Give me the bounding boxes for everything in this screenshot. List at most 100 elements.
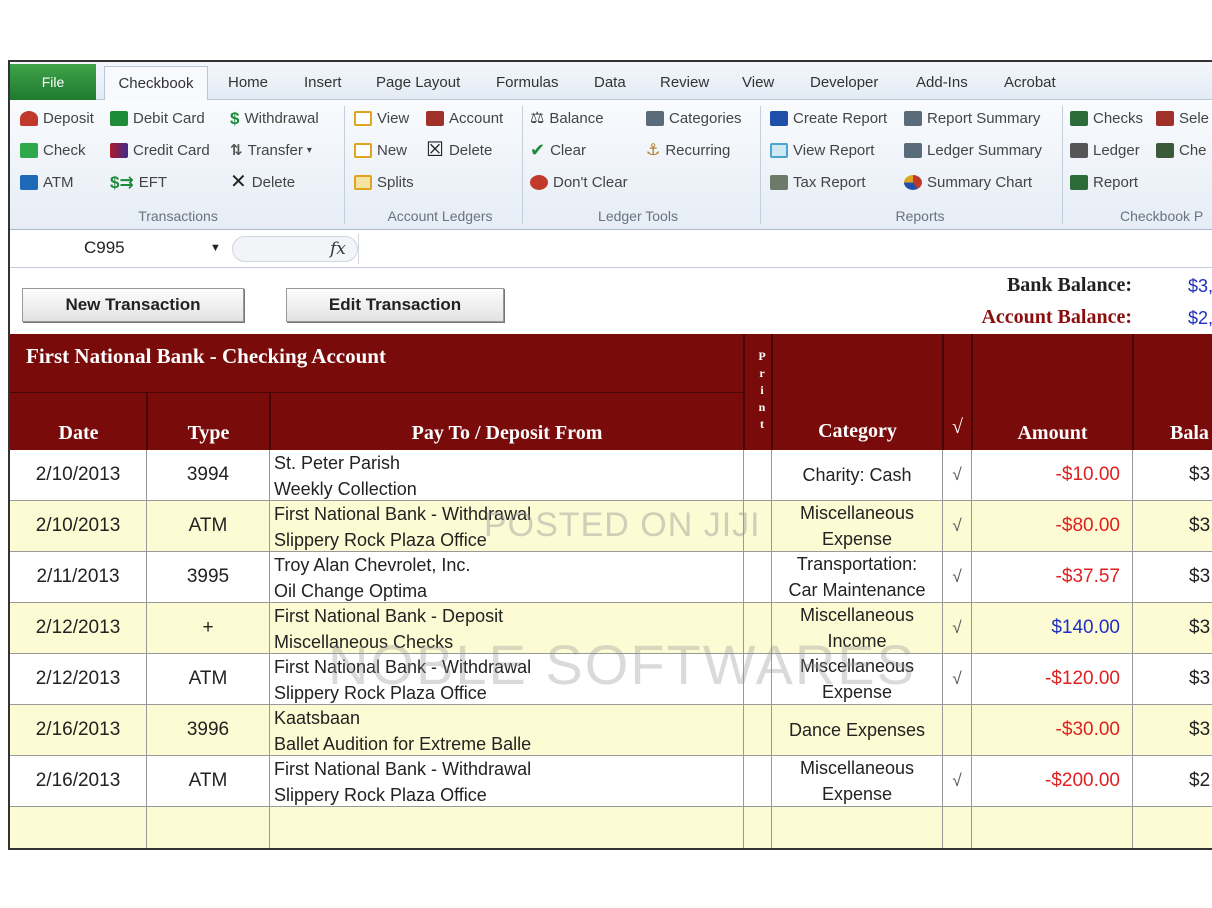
cell-payee[interactable]: [270, 807, 744, 848]
tab-developer[interactable]: Developer: [810, 74, 878, 91]
cell-type[interactable]: 3995: [147, 552, 270, 602]
cell-date[interactable]: 2/11/2013: [10, 552, 147, 602]
cell-cleared[interactable]: [943, 807, 972, 848]
tab-home[interactable]: Home: [228, 74, 268, 91]
report-print-button[interactable]: Report: [1070, 174, 1138, 191]
splits-button[interactable]: Splits: [354, 174, 414, 191]
delete-transaction-button[interactable]: ✕ Delete: [230, 172, 295, 192]
debit-card-button[interactable]: Debit Card: [110, 110, 205, 127]
cell-print[interactable]: [744, 450, 772, 500]
column-header-date[interactable]: Date: [10, 422, 147, 445]
tax-report-button[interactable]: Tax Report: [770, 174, 866, 191]
column-header-balance[interactable]: Bala: [1140, 422, 1212, 445]
cell-date[interactable]: 2/16/2013: [10, 705, 147, 755]
tab-checkbook[interactable]: Checkbook: [104, 66, 208, 101]
cell-type[interactable]: ATM: [147, 756, 270, 806]
cell-print[interactable]: [744, 807, 772, 848]
cell-cleared[interactable]: √: [943, 603, 972, 653]
tab-insert[interactable]: Insert: [304, 74, 342, 91]
cell-payee[interactable]: First National Bank - Withdrawal Slippery…: [270, 756, 744, 806]
select-button[interactable]: Sele: [1156, 110, 1209, 127]
tab-file[interactable]: File: [10, 64, 96, 100]
cell-cleared[interactable]: √: [943, 501, 972, 551]
cell-balance[interactable]: $3,: [1133, 603, 1212, 653]
recurring-button[interactable]: ⚓ Recurring: [646, 142, 730, 159]
new-transaction-button[interactable]: New Transaction: [22, 288, 244, 322]
cell-date[interactable]: 2/12/2013: [10, 603, 147, 653]
cell-type[interactable]: 3996: [147, 705, 270, 755]
formula-input[interactable]: [358, 234, 1212, 264]
atm-button[interactable]: ATM: [20, 174, 74, 191]
clear-button[interactable]: ✔ Clear: [530, 141, 586, 159]
report-summary-button[interactable]: Report Summary: [904, 110, 1040, 127]
chevron-down-icon[interactable]: ▼: [210, 242, 221, 254]
delete-ledger-button[interactable]: ☒ Delete: [426, 140, 492, 160]
cell-cleared[interactable]: [943, 705, 972, 755]
cell-print[interactable]: [744, 552, 772, 602]
column-header-print[interactable]: Print: [754, 348, 770, 433]
tab-formulas[interactable]: Formulas: [496, 74, 559, 91]
cell-amount[interactable]: $140.00: [972, 603, 1133, 653]
tab-add-ins[interactable]: Add-Ins: [916, 74, 968, 91]
cell-cleared[interactable]: √: [943, 756, 972, 806]
cell-print[interactable]: [744, 756, 772, 806]
cell-date[interactable]: 2/10/2013: [10, 450, 147, 500]
create-report-button[interactable]: Create Report: [770, 110, 887, 127]
cell-type[interactable]: ATM: [147, 501, 270, 551]
view-ledger-button[interactable]: View: [354, 110, 409, 127]
edit-transaction-button[interactable]: Edit Transaction: [286, 288, 504, 322]
cell-balance[interactable]: $3,: [1133, 501, 1212, 551]
cell-payee[interactable]: St. Peter Parish Weekly Collection: [270, 450, 744, 500]
cell-date[interactable]: 2/12/2013: [10, 654, 147, 704]
tab-page-layout[interactable]: Page Layout: [376, 74, 460, 91]
deposit-button[interactable]: Deposit: [20, 110, 94, 127]
cell-balance[interactable]: $3,: [1133, 705, 1212, 755]
cell-type[interactable]: 3994: [147, 450, 270, 500]
column-header-cleared[interactable]: √: [943, 416, 972, 439]
cell-type[interactable]: +: [147, 603, 270, 653]
cell-category[interactable]: Transportation: Car Maintenance: [772, 552, 943, 602]
ledger-print-button[interactable]: Ledger: [1070, 142, 1140, 159]
cell-date[interactable]: 2/10/2013: [10, 501, 147, 551]
cell-category[interactable]: Miscellaneous Expense: [772, 501, 943, 551]
cell-balance[interactable]: $3,: [1133, 552, 1212, 602]
table-row[interactable]: 2/16/2013 3996 Kaatsbaan Ballet Audition fo…: [10, 705, 1212, 756]
column-header-category[interactable]: Category: [772, 420, 943, 443]
cell-date[interactable]: [10, 807, 147, 848]
cell-amount[interactable]: -$80.00: [972, 501, 1133, 551]
check-button[interactable]: Check: [20, 142, 86, 159]
cell-amount[interactable]: -$30.00: [972, 705, 1133, 755]
table-row[interactable]: 2/11/2013 3995 Troy Alan Chevrolet, Inc. Oi…: [10, 552, 1212, 603]
ledger-summary-button[interactable]: Ledger Summary: [904, 142, 1042, 159]
cell-print[interactable]: [744, 705, 772, 755]
balance-button[interactable]: ⚖ Balance: [530, 110, 604, 127]
tab-acrobat[interactable]: Acrobat: [1004, 74, 1056, 91]
cell-category[interactable]: [772, 807, 943, 848]
view-report-button[interactable]: View Report: [770, 142, 874, 159]
table-row[interactable]: [10, 807, 1212, 848]
cell-balance[interactable]: $2,: [1133, 756, 1212, 806]
table-row[interactable]: 2/10/2013 3994 St. Peter Parish Weekly Coll…: [10, 450, 1212, 501]
column-header-payee[interactable]: Pay To / Deposit From: [270, 422, 744, 445]
cell-date[interactable]: 2/16/2013: [10, 756, 147, 806]
summary-chart-button[interactable]: Summary Chart: [904, 174, 1032, 191]
cell-amount[interactable]: -$200.00: [972, 756, 1133, 806]
cell-category[interactable]: Dance Expenses: [772, 705, 943, 755]
checks-button[interactable]: Checks: [1070, 110, 1143, 127]
cell-type[interactable]: [147, 807, 270, 848]
withdrawal-button[interactable]: $ Withdrawal: [230, 110, 319, 127]
cell-payee[interactable]: Kaatsbaan Ballet Audition for Extreme Bal…: [270, 705, 744, 755]
column-header-type[interactable]: Type: [147, 422, 270, 445]
cell-cleared[interactable]: √: [943, 654, 972, 704]
cell-category[interactable]: Charity: Cash: [772, 450, 943, 500]
dont-clear-button[interactable]: Don't Clear: [530, 174, 628, 191]
cell-payee[interactable]: Troy Alan Chevrolet, Inc. Oil Change Opti…: [270, 552, 744, 602]
tab-review[interactable]: Review: [660, 74, 709, 91]
credit-card-button[interactable]: Credit Card: [110, 142, 210, 159]
check-print-button[interactable]: Che: [1156, 142, 1207, 159]
cell-type[interactable]: ATM: [147, 654, 270, 704]
tab-data[interactable]: Data: [594, 74, 626, 91]
name-box[interactable]: C995: [10, 234, 232, 262]
cell-amount[interactable]: -$120.00: [972, 654, 1133, 704]
tab-view[interactable]: View: [742, 74, 774, 91]
